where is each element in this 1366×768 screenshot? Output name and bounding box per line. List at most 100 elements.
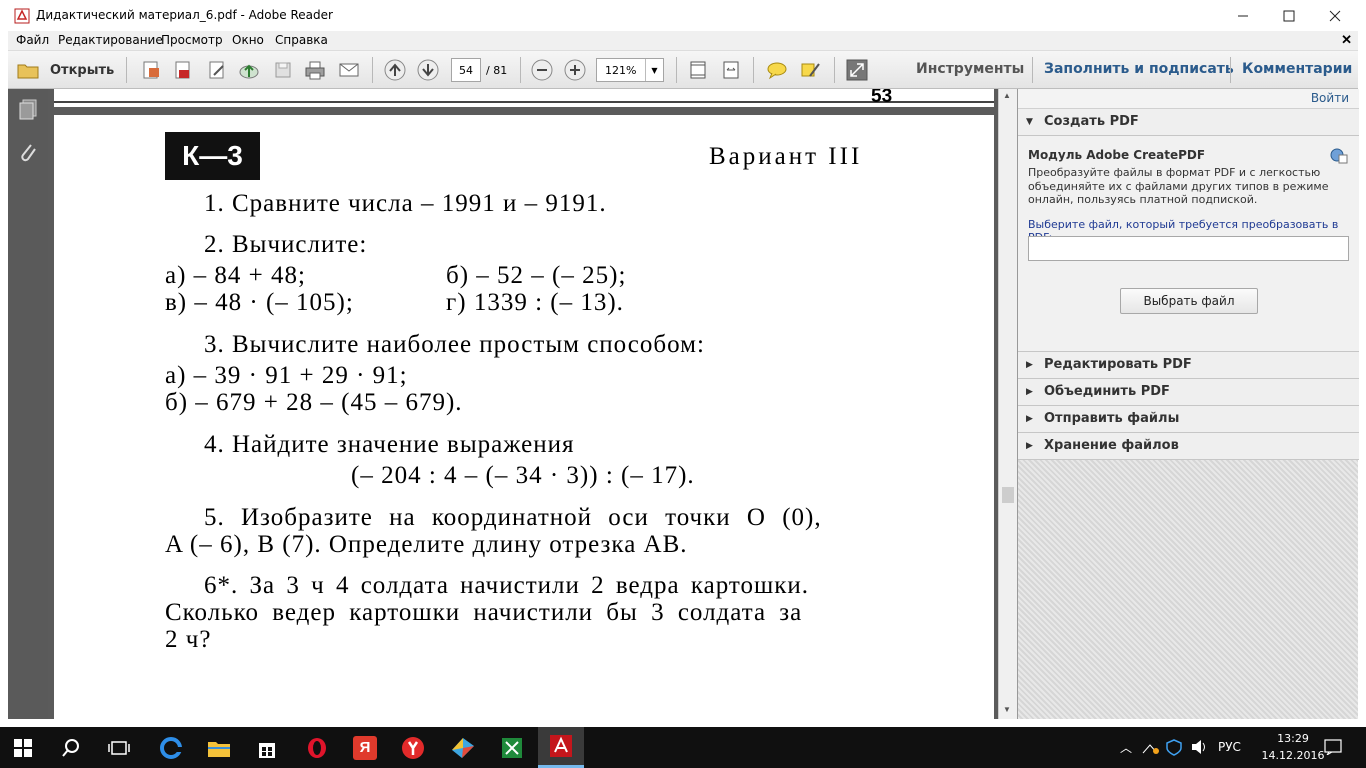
yandex-button[interactable]: Я	[342, 727, 388, 768]
adobe-reader-icon	[14, 8, 30, 24]
store-button[interactable]	[244, 727, 290, 768]
maximize-button[interactable]	[1266, 0, 1312, 31]
zoom-select[interactable]: 121% ▼	[596, 58, 664, 82]
edit-pdf-title: Редактировать PDF	[1044, 357, 1192, 372]
problem-3a: а) – 39 · 91 + 29 · 91;	[165, 362, 408, 389]
page-thumbnails-icon[interactable]	[18, 99, 38, 121]
folder-icon	[17, 64, 39, 79]
minus-icon	[531, 59, 553, 81]
toolbar: Открыть 54 / 81 121% ▼ Инструменты Запол…	[8, 51, 1358, 89]
shield-icon[interactable]	[1166, 739, 1182, 756]
signin-link[interactable]: Войти	[1311, 91, 1349, 105]
problem-2d: г) 1339 : (– 13).	[446, 289, 624, 316]
problem-2c: в) – 48 · (– 105);	[165, 289, 354, 316]
page-number-input[interactable]: 54	[451, 58, 481, 82]
yandex-browser-button[interactable]	[390, 727, 436, 768]
scroll-down-icon[interactable]: ▼	[1003, 705, 1011, 714]
problem-1: 1. Сравните числа – 1991 и – 9191.	[204, 190, 607, 217]
close-document-icon[interactable]: ✕	[1341, 32, 1352, 48]
adobe-reader-taskbar-button[interactable]	[538, 727, 584, 768]
module-description: Преобразуйте файлы в формат PDF и с легк…	[1028, 166, 1329, 206]
combine-pdf-header[interactable]: ▶ Объединить PDF	[1018, 379, 1359, 406]
title-bar: Дидактический материал_6.pdf - Adobe Rea…	[0, 0, 1366, 31]
create-pdf-online-icon	[1330, 148, 1348, 164]
language-indicator[interactable]: РУС	[1218, 740, 1241, 754]
clock-time[interactable]: 13:29	[1268, 732, 1318, 745]
fullscreen-button[interactable]	[844, 58, 870, 82]
network-icon[interactable]	[1142, 739, 1160, 755]
chevron-down-icon: ▼	[645, 59, 663, 81]
next-page-button[interactable]	[415, 58, 441, 82]
task-view-button[interactable]	[96, 727, 142, 768]
folder-icon	[208, 741, 230, 757]
zoom-in-button[interactable]	[562, 58, 588, 82]
zoom-out-button[interactable]	[529, 58, 555, 82]
edit-pdf-button[interactable]	[204, 58, 230, 82]
excel-app-button[interactable]	[489, 727, 535, 768]
navigation-pane	[8, 89, 48, 719]
export-pdf-icon	[175, 61, 190, 79]
explorer-button[interactable]	[196, 727, 242, 768]
menu-edit[interactable]: Редактирование	[58, 33, 163, 47]
pencil-doc-icon	[209, 61, 224, 79]
volume-icon[interactable]	[1190, 739, 1208, 755]
cloud-upload-icon	[239, 64, 259, 79]
problem-6-line2: Сколько ведер картошки начистили бы 3 со…	[165, 599, 803, 626]
fill-sign-tab[interactable]: Заполнить и подписать	[1044, 61, 1234, 77]
choose-file-button[interactable]: Выбрать файл	[1120, 288, 1258, 314]
create-pdf-header[interactable]: ▼ Создать PDF	[1018, 109, 1359, 136]
window-title: Дидактический материал_6.pdf - Adobe Rea…	[36, 8, 333, 22]
page-total: / 81	[486, 64, 508, 77]
search-button[interactable]	[48, 727, 94, 768]
attachment-icon[interactable]	[18, 141, 38, 163]
scroll-thumb[interactable]	[1002, 487, 1014, 503]
send-files-header[interactable]: ▶ Отправить файлы	[1018, 406, 1359, 433]
yandex-icon: Я	[353, 735, 377, 760]
scroll-up-icon[interactable]: ▲	[1003, 91, 1011, 100]
start-button[interactable]	[0, 727, 46, 768]
fit-width-button[interactable]	[718, 58, 744, 82]
opera-button[interactable]	[294, 727, 340, 768]
vertical-scrollbar[interactable]: ▲ ▼	[998, 89, 1017, 719]
notifications-icon[interactable]	[1324, 739, 1342, 755]
variant-label: Вариант III	[709, 143, 863, 170]
sticky-note-button[interactable]	[764, 58, 790, 82]
triangle-right-icon: ▶	[1026, 414, 1033, 424]
create-pdf-button[interactable]	[138, 58, 164, 82]
save-button[interactable]	[270, 58, 296, 82]
zoom-value: 121%	[605, 63, 637, 77]
menu-file[interactable]: Файл	[16, 33, 49, 47]
prev-page-button[interactable]	[382, 58, 408, 82]
menu-view[interactable]: Просмотр	[161, 33, 223, 47]
tools-tab[interactable]: Инструменты	[916, 61, 1024, 77]
email-button[interactable]	[336, 58, 362, 82]
triangle-down-icon: ▼	[1026, 117, 1033, 127]
save-icon	[275, 62, 291, 78]
document-area: 53 К—3 Вариант III 1. Сравните числа – 1…	[48, 89, 998, 719]
clock-date[interactable]: 14.12.2016	[1258, 749, 1328, 762]
expand-icon	[846, 59, 868, 81]
tools-pane: Войти ▼ Создать PDF Модуль Adobe CreateP…	[1017, 89, 1359, 719]
print-icon	[305, 61, 325, 80]
app-button[interactable]	[440, 727, 486, 768]
problem-4: 4. Найдите значение выражения	[204, 431, 575, 458]
export-pdf-button[interactable]	[170, 58, 196, 82]
menu-help[interactable]: Справка	[275, 33, 328, 47]
close-button[interactable]	[1312, 0, 1358, 31]
highlight-button[interactable]	[798, 58, 824, 82]
edit-pdf-header[interactable]: ▶ Редактировать PDF	[1018, 352, 1359, 379]
minimize-button[interactable]	[1220, 0, 1266, 31]
chevron-up-icon[interactable]: ︿	[1120, 739, 1132, 756]
arrow-up-icon	[384, 59, 406, 81]
comments-tab[interactable]: Комментарии	[1242, 61, 1352, 77]
open-button[interactable]: Открыть	[16, 58, 116, 82]
highlighter-icon	[801, 63, 820, 77]
menu-window[interactable]: Окно	[232, 33, 264, 47]
file-path-input[interactable]	[1028, 236, 1349, 261]
store-files-header[interactable]: ▶ Хранение файлов	[1018, 433, 1359, 460]
fit-page-button[interactable]	[685, 58, 711, 82]
print-button[interactable]	[302, 58, 328, 82]
edge-button[interactable]	[148, 727, 194, 768]
upload-button[interactable]	[236, 58, 262, 82]
fit-page-icon	[690, 61, 706, 79]
